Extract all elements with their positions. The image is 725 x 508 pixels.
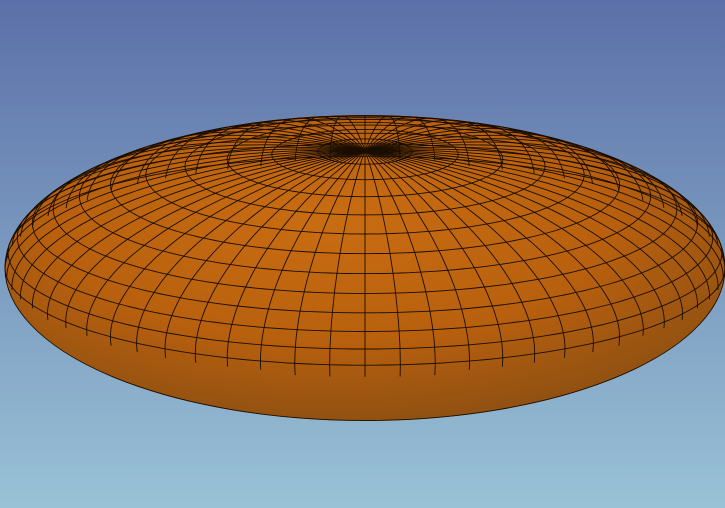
3d-viewport[interactable] [0, 0, 725, 508]
